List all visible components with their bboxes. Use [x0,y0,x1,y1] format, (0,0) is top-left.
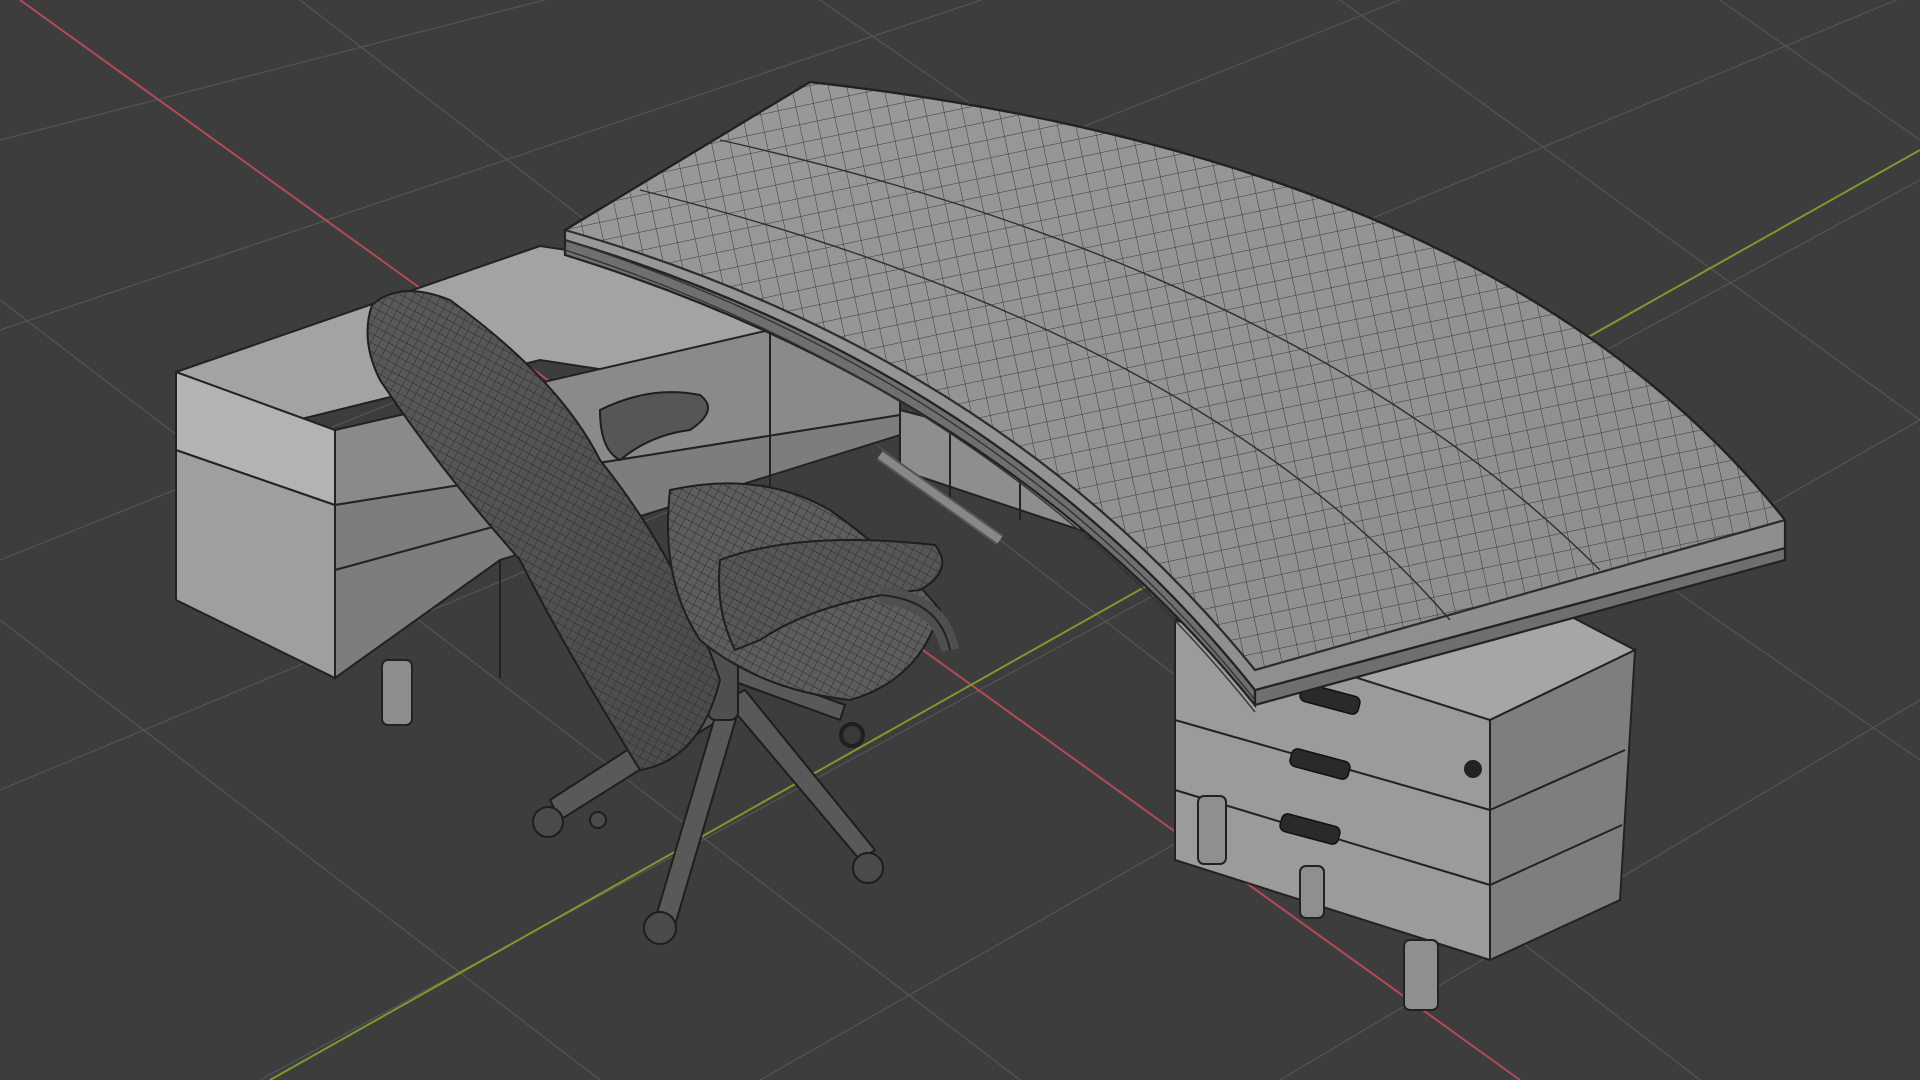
viewport-canvas[interactable] [0,0,1920,1080]
3d-viewport[interactable] [0,0,1920,1080]
cabinet-leg-left [381,659,413,726]
chair-tilt-knob [841,724,863,746]
